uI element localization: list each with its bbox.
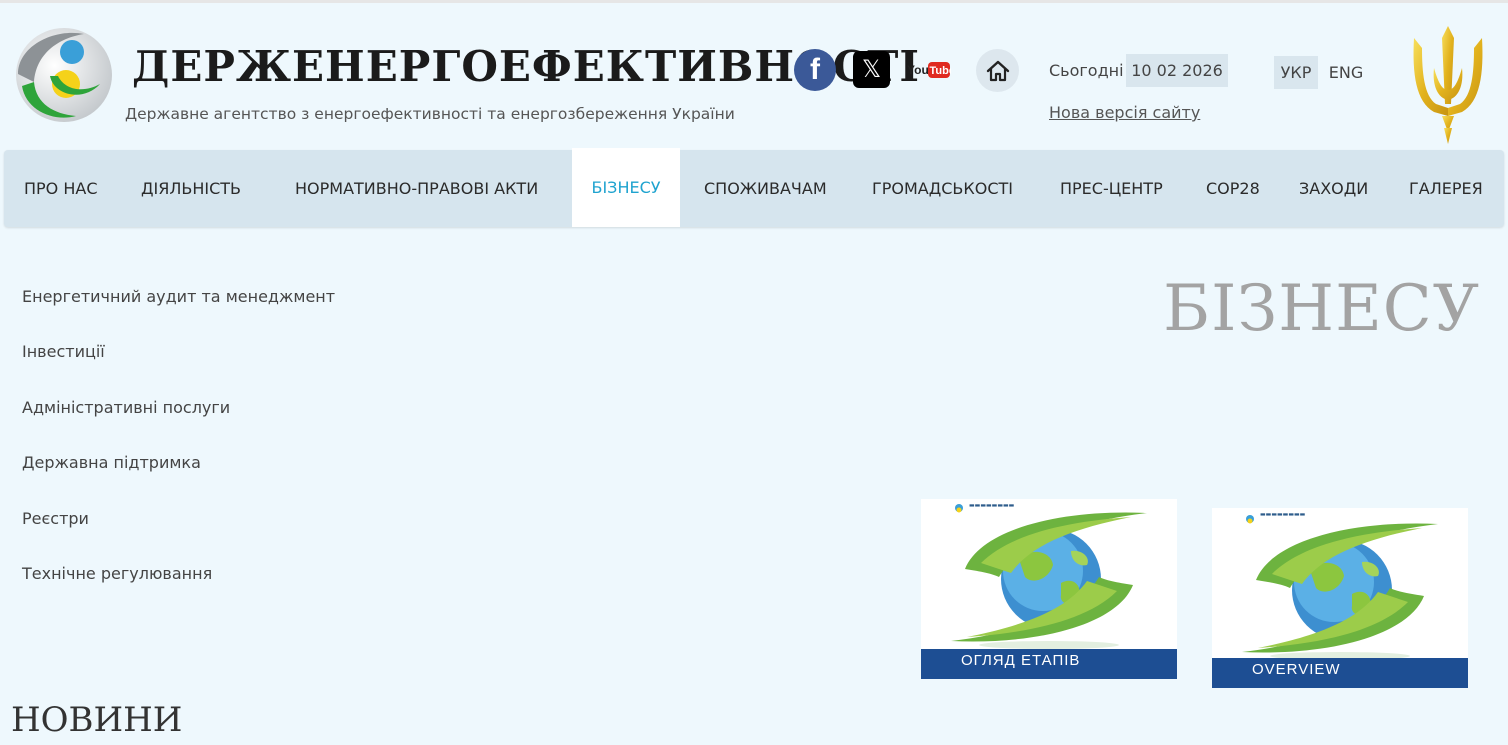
sidebar-item-state-support[interactable]: Державна підтримка <box>22 453 201 472</box>
new-version-link[interactable]: Нова версія сайту <box>1049 103 1200 122</box>
language-ukr[interactable]: УКР <box>1274 56 1318 89</box>
home-glyph-icon <box>986 60 1009 81</box>
globe-illustration-icon <box>951 504 1147 649</box>
top-border <box>0 0 1508 3</box>
today-date: 10 02 2026 <box>1126 54 1228 87</box>
coat-of-arms-icon <box>1413 26 1483 144</box>
svg-text:You: You <box>907 63 929 77</box>
site-subtitle: Державне агентство з енергоефективності … <box>125 105 735 123</box>
nav-item-public[interactable]: ГРОМАДСЬКОСТІ <box>872 150 1013 227</box>
svg-text:Tube: Tube <box>930 65 952 77</box>
report-cover-overview-ua[interactable]: ▬▬▬▬▬▬▬▬ ОГЛЯД ЕТАПІВ <box>921 499 1177 679</box>
report-cover-overview-en[interactable]: ▬▬▬▬▬▬▬▬ OVERVIEW <box>1212 508 1468 688</box>
today-label: Сьогодні <box>1049 61 1124 80</box>
x-icon[interactable]: 𝕏 <box>853 51 890 88</box>
cover-band: ОГЛЯД ЕТАПІВ <box>921 649 1177 679</box>
cover-brand-text: ▬▬▬▬▬▬▬▬ <box>1260 511 1306 518</box>
nav-item-about[interactable]: ПРО НАС <box>24 150 98 227</box>
nav-item-press-center[interactable]: ПРЕС-ЦЕНТР <box>1060 150 1163 227</box>
main-navigation: ПРО НАС ДІЯЛЬНІСТЬ НОРМАТИВНО-ПРАВОВІ АК… <box>4 148 1504 227</box>
nav-item-legal-acts[interactable]: НОРМАТИВНО-ПРАВОВІ АКТИ <box>295 150 538 227</box>
cover-title: ОГЛЯД ЕТАПІВ <box>961 652 1081 669</box>
news-heading: НОВИНИ <box>11 700 183 740</box>
cover-title: OVERVIEW <box>1252 661 1341 678</box>
nav-item-business[interactable]: БІЗНЕСУ <box>572 148 680 227</box>
nav-item-cop28[interactable]: COP28 <box>1206 150 1260 227</box>
sidebar-item-technical-regulation[interactable]: Технічне регулювання <box>22 564 212 583</box>
nav-item-activity[interactable]: ДІЯЛЬНІСТЬ <box>141 150 241 227</box>
nav-item-consumers[interactable]: СПОЖИВАЧАМ <box>704 150 827 227</box>
nav-item-events[interactable]: ЗАХОДИ <box>1299 150 1368 227</box>
home-icon[interactable] <box>976 49 1019 92</box>
sidebar-item-investments[interactable]: Інвестиції <box>22 342 105 361</box>
language-eng[interactable]: ENG <box>1322 56 1370 89</box>
nav-item-gallery[interactable]: ГАЛЕРЕЯ <box>1409 150 1483 227</box>
sidebar-item-admin-services[interactable]: Адміністративні послуги <box>22 398 230 417</box>
facebook-icon[interactable]: f <box>794 49 836 91</box>
sidebar-item-registers[interactable]: Реєстри <box>22 509 89 528</box>
agency-logo[interactable] <box>14 26 114 124</box>
youtube-icon[interactable]: You Tube <box>907 60 951 80</box>
page-title: БІЗНЕСУ <box>1163 272 1480 346</box>
cover-brand-text: ▬▬▬▬▬▬▬▬ <box>969 502 1015 509</box>
globe-illustration-icon <box>1242 515 1438 658</box>
sidebar-item-energy-audit[interactable]: Енергетичний аудит та менеджмент <box>22 287 335 306</box>
cover-band: OVERVIEW <box>1212 658 1468 688</box>
